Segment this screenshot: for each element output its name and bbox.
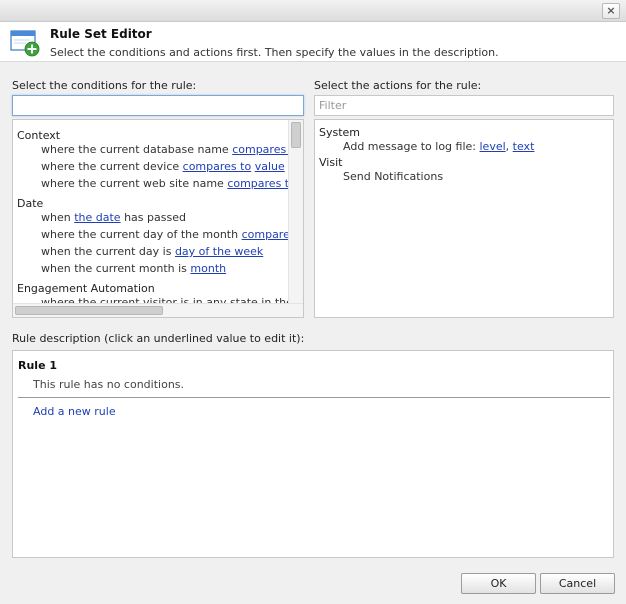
action-group-visit: Visit (319, 156, 343, 169)
close-icon: × (606, 4, 616, 17)
condition-link-operator[interactable]: compares to (232, 143, 289, 156)
condition-link-value[interactable]: month (190, 262, 226, 275)
action-link-level[interactable]: level (480, 140, 506, 153)
rule-no-conditions-text: This rule has no conditions. (33, 378, 185, 391)
conditions-horizontal-scrollbar[interactable] (13, 303, 303, 317)
condition-link-operator[interactable]: compares to (242, 228, 289, 241)
condition-item[interactable]: where the current device compares to val… (41, 160, 285, 173)
condition-item[interactable]: where the current web site name compares… (41, 177, 289, 190)
actions-list[interactable]: System Add message to log file: level, t… (314, 119, 614, 318)
conditions-label: Select the conditions for the rule: (12, 79, 197, 92)
rule-editor-add-icon (10, 30, 40, 57)
conditions-vertical-scrollbar[interactable] (288, 120, 303, 303)
rule-description-panel: Rule 1 This rule has no conditions. Add … (12, 350, 614, 558)
rule-title: Rule 1 (18, 359, 58, 372)
dialog-titlebar: × (0, 0, 626, 22)
actions-label: Select the actions for the rule: (314, 79, 482, 92)
condition-group-context: Context (17, 129, 61, 142)
condition-link-value[interactable]: day of the week (175, 245, 263, 258)
condition-link-operator[interactable]: compares to (227, 177, 289, 190)
dialog-title: Rule Set Editor (50, 27, 152, 41)
description-label: Rule description (click an underlined va… (12, 332, 305, 345)
action-item[interactable]: Send Notifications (343, 170, 443, 183)
condition-link-operator[interactable]: compares to (183, 160, 252, 173)
condition-link-value[interactable]: the date (74, 211, 120, 224)
condition-item[interactable]: where the current day of the month compa… (41, 228, 289, 241)
conditions-horizontal-scroll-thumb[interactable] (15, 306, 163, 315)
dialog-body: Select the conditions for the rule: Sele… (0, 62, 626, 604)
dialog-subtitle: Select the conditions and actions first.… (50, 46, 499, 59)
rule-divider (18, 397, 610, 398)
condition-group-engagement-automation: Engagement Automation (17, 282, 155, 295)
condition-item[interactable]: where the current database name compares… (41, 143, 289, 156)
action-item[interactable]: Add message to log file: level, text (343, 140, 534, 153)
condition-item[interactable]: when the current month is month (41, 262, 226, 275)
condition-link-value[interactable]: value (255, 160, 285, 173)
conditions-vertical-scroll-thumb[interactable] (291, 122, 301, 148)
conditions-search-input[interactable] (12, 95, 304, 116)
condition-item[interactable]: when the current day is day of the week (41, 245, 263, 258)
add-new-rule-link[interactable]: Add a new rule (33, 405, 116, 418)
condition-group-date: Date (17, 197, 44, 210)
conditions-list[interactable]: Context where the current database name … (12, 119, 304, 318)
cancel-button[interactable]: Cancel (540, 573, 615, 594)
condition-item[interactable]: when the date has passed (41, 211, 186, 224)
dialog-header: Rule Set Editor Select the conditions an… (0, 22, 626, 62)
action-link-text[interactable]: text (513, 140, 535, 153)
action-group-system: System (319, 126, 361, 139)
close-button[interactable]: × (602, 3, 620, 19)
conditions-list-content: Context where the current database name … (13, 120, 289, 305)
actions-filter-input[interactable] (314, 95, 614, 116)
ok-button[interactable]: OK (461, 573, 536, 594)
